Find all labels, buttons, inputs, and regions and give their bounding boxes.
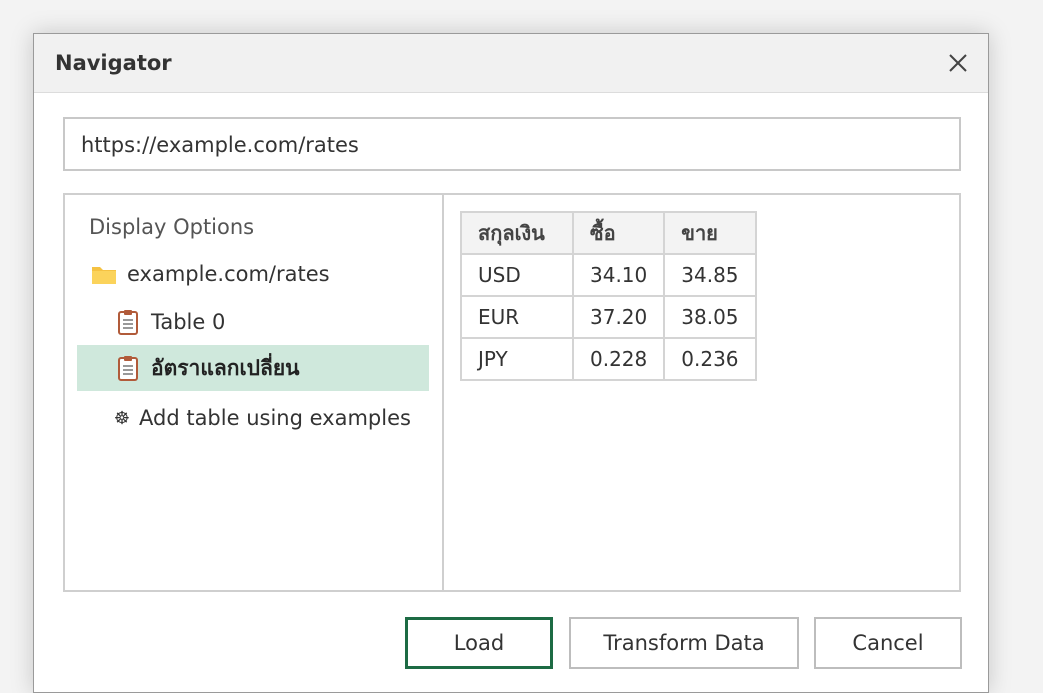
- examples-icon: ☸: [113, 407, 131, 429]
- close-button[interactable]: [942, 47, 974, 79]
- display-options-button[interactable]: Display Options: [89, 215, 254, 239]
- tree-item-table-0[interactable]: Table 0: [77, 299, 429, 345]
- tree-item-label: Add table using examples: [139, 406, 411, 430]
- tree-item-label: อัตราแลกเปลี่ยน: [151, 355, 300, 380]
- url-input[interactable]: https://example.com/rates: [63, 117, 961, 171]
- table-icon: [115, 309, 141, 335]
- column-header: สกุลเงิน: [460, 211, 574, 255]
- table-cell: 0.236: [663, 337, 757, 381]
- table-cell: JPY: [460, 337, 574, 381]
- dialog-title: Navigator: [55, 51, 172, 75]
- cancel-button[interactable]: Cancel: [814, 617, 962, 669]
- table-row: EUR 37.20 38.05: [460, 295, 757, 339]
- table-row: USD 34.10 34.85: [460, 253, 757, 297]
- table-cell: USD: [460, 253, 574, 297]
- tree-item-exchange-rate[interactable]: อัตราแลกเปลี่ยน: [77, 345, 429, 391]
- table-cell: 0.228: [571, 337, 666, 381]
- preview-pane: สกุลเงิน ซื้อ ขาย USD 34.10 34.85 EUR 37…: [444, 195, 959, 590]
- transform-data-button[interactable]: Transform Data: [569, 617, 799, 669]
- table-header-row: สกุลเงิน ซื้อ ขาย: [460, 211, 757, 255]
- table-cell: EUR: [460, 295, 574, 339]
- table-cell: 34.85: [663, 253, 757, 297]
- tree-item-label: example.com/rates: [127, 262, 330, 286]
- tree-item-site[interactable]: example.com/rates: [77, 251, 429, 297]
- table-cell: 38.05: [663, 295, 757, 339]
- column-header: ซื้อ: [571, 211, 666, 255]
- table-icon: [115, 355, 141, 381]
- load-button[interactable]: Load: [405, 617, 553, 669]
- close-icon: [949, 54, 967, 72]
- add-table-using-examples[interactable]: ☸ Add table using examples: [77, 395, 429, 441]
- folder-icon: [91, 261, 117, 287]
- preview-table: สกุลเงิน ซื้อ ขาย USD 34.10 34.85 EUR 37…: [460, 211, 757, 381]
- navigator-tree: Display Options example.com/rates Table …: [65, 195, 444, 590]
- table-cell: 37.20: [571, 295, 666, 339]
- column-header: ขาย: [663, 211, 757, 255]
- table-cell: 34.10: [571, 253, 666, 297]
- tree-item-label: Table 0: [151, 310, 226, 334]
- title-bar: Navigator: [34, 34, 988, 93]
- navigator-panel: Display Options example.com/rates Table …: [63, 193, 961, 592]
- navigator-dialog: Navigator https://example.com/rates Disp…: [33, 33, 989, 693]
- table-row: JPY 0.228 0.236: [460, 337, 757, 381]
